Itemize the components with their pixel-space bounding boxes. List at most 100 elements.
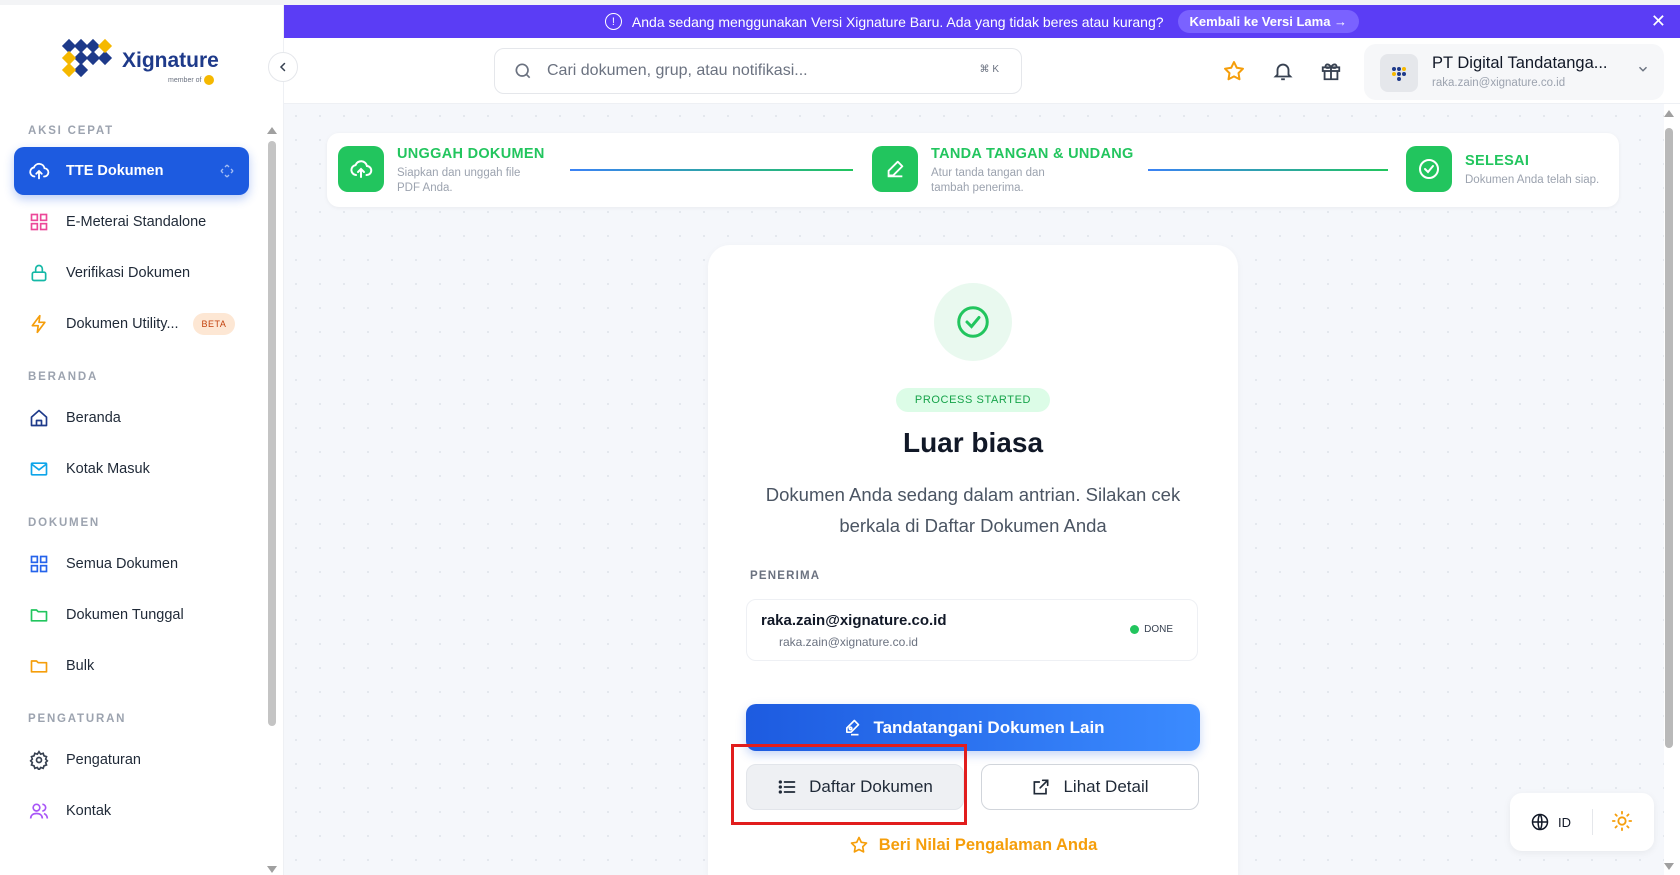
status-badge: PROCESS STARTED bbox=[896, 388, 1050, 412]
sidebar-scroll-thumb[interactable] bbox=[268, 141, 276, 726]
sidebar-item-label: Kotak Masuk bbox=[66, 461, 150, 477]
company-logo-icon bbox=[1392, 67, 1406, 81]
logo[interactable]: Xignature member of bbox=[58, 35, 228, 85]
sidebar-item-label: Semua Dokumen bbox=[66, 556, 179, 572]
close-icon[interactable]: ✕ bbox=[1651, 11, 1666, 32]
sidebar-item-semua-dokumen[interactable]: Semua Dokumen bbox=[14, 540, 249, 588]
bolt-icon bbox=[28, 313, 50, 335]
step-1-desc-line2: PDF Anda. bbox=[397, 182, 453, 194]
sidebar-item-label: Pengaturan bbox=[66, 752, 141, 768]
step-1-desc-line1: Siapkan dan unggah file bbox=[397, 167, 521, 179]
pen-nib-icon bbox=[841, 718, 861, 738]
sidebar-item-label: Dokumen Utility... bbox=[66, 316, 179, 332]
language-toggle[interactable]: ID bbox=[1530, 812, 1571, 832]
language-theme-switcher: ID bbox=[1510, 793, 1654, 851]
banner-message: Anda sedang menggunakan Versi Xignature … bbox=[631, 13, 1164, 30]
rate-experience-label: Beri Nilai Pengalaman Anda bbox=[878, 835, 1098, 854]
divider bbox=[1592, 809, 1593, 835]
users-icon bbox=[28, 800, 50, 822]
view-detail-button[interactable]: Lihat Detail bbox=[981, 764, 1199, 810]
sidebar: Xignature member of AKSI CEPAT TTE Dokum… bbox=[0, 5, 284, 875]
folder-icon bbox=[28, 604, 50, 626]
star-icon[interactable] bbox=[1221, 58, 1247, 84]
recipient-name: raka.zain@xignature.co.id bbox=[761, 612, 947, 629]
sidebar-item-label: Bulk bbox=[66, 658, 95, 674]
step-1-desc: Siapkan dan unggah file PDF Anda. bbox=[397, 166, 520, 196]
chevron-left-icon bbox=[279, 62, 286, 72]
card-title: Luar biasa bbox=[902, 427, 1044, 458]
main-scroll-up-icon[interactable] bbox=[1663, 108, 1675, 118]
back-to-old-version-button[interactable]: Kembali ke Versi Lama → bbox=[1177, 10, 1360, 33]
globe-icon bbox=[1531, 813, 1549, 831]
sidebar-item-kontak[interactable]: Kontak bbox=[14, 787, 249, 835]
profile-menu[interactable]: PT Digital Tandatanga... raka.zain@xigna… bbox=[1364, 44, 1664, 100]
brand-sub-text: member of bbox=[168, 76, 202, 84]
main-scroll-down-icon[interactable] bbox=[1663, 862, 1675, 872]
sidebar-item-label: Beranda bbox=[66, 410, 121, 426]
profile-email: raka.zain@xignature.co.id bbox=[1432, 77, 1566, 89]
brand-name: Xignature bbox=[122, 49, 219, 72]
recipient-status-text: DONE bbox=[1144, 624, 1173, 635]
section-quick: AKSI CEPAT bbox=[28, 125, 114, 137]
search-icon bbox=[515, 63, 531, 79]
search-placeholder: Cari dokumen, grup, atau notifikasi... bbox=[547, 62, 808, 79]
step-connector bbox=[1148, 169, 1388, 171]
sidebar-item-verifikasi[interactable]: Verifikasi Dokumen bbox=[14, 249, 249, 297]
sidebar-item-dokumen-utility[interactable]: Dokumen Utility... BETA bbox=[14, 300, 249, 348]
sidebar-item-dokumen-tunggal[interactable]: Dokumen Tunggal bbox=[14, 591, 249, 639]
progress-stepper: UNGGAH DOKUMEN Siapkan dan unggah file PD… bbox=[327, 133, 1619, 207]
step-1-title: UNGGAH DOKUMEN bbox=[397, 146, 545, 162]
version-banner: ! Anda sedang menggunakan Versi Xignatur… bbox=[284, 5, 1680, 38]
home-icon bbox=[28, 407, 50, 429]
highlight-annotation-box bbox=[731, 744, 967, 825]
sidebar-item-label: Verifikasi Dokumen bbox=[66, 265, 191, 281]
avatar bbox=[1380, 54, 1418, 92]
status-dot-icon bbox=[1130, 625, 1140, 634]
search-shortcut: ⌘ K bbox=[979, 64, 999, 75]
step-2-desc-line1: Atur tanda tangan dan bbox=[931, 167, 1045, 179]
section-docs: DOKUMEN bbox=[28, 517, 101, 529]
scroll-up-icon[interactable] bbox=[266, 125, 278, 135]
sun-icon[interactable] bbox=[1611, 810, 1633, 837]
brand-parent-icon bbox=[204, 75, 215, 85]
gift-icon[interactable] bbox=[1318, 58, 1344, 84]
sidebar-item-kotak-masuk[interactable]: Kotak Masuk bbox=[14, 445, 249, 493]
sidebar-item-bulk[interactable]: Bulk bbox=[14, 642, 249, 690]
sidebar-item-tte-dokumen[interactable]: TTE Dokumen bbox=[14, 147, 249, 195]
recipient-row: raka.zain@xignature.co.id raka.zain@xign… bbox=[746, 599, 1198, 661]
sidebar-item-label: E-Meterai Standalone bbox=[66, 214, 207, 230]
rate-experience-link[interactable]: Beri Nilai Pengalaman Anda bbox=[708, 835, 1238, 855]
scroll-down-icon[interactable] bbox=[266, 865, 278, 875]
step-connector bbox=[570, 169, 853, 171]
profile-name: PT Digital Tandatanga... bbox=[1432, 54, 1608, 72]
step-3-title: SELESAI bbox=[1465, 153, 1530, 169]
step-2-title: TANDA TANGAN & UNDANG bbox=[931, 146, 1134, 162]
top-header: Cari dokumen, grup, atau notifikasi... ⌘… bbox=[284, 38, 1680, 104]
brand-sub: member of bbox=[168, 75, 215, 85]
sign-another-document-label: Tandatangani Dokumen Lain bbox=[873, 717, 1105, 737]
expand-icon bbox=[219, 163, 235, 179]
recipient-email: raka.zain@xignature.co.id bbox=[779, 635, 918, 649]
pen-icon bbox=[872, 146, 918, 192]
sidebar-item-label: Kontak bbox=[66, 803, 112, 819]
collapse-sidebar-button[interactable] bbox=[268, 52, 298, 82]
success-check-icon bbox=[934, 283, 1012, 361]
view-detail-label: Lihat Detail bbox=[1063, 777, 1149, 796]
card-description: Dokumen Anda sedang dalam antrian. Silak… bbox=[765, 484, 1181, 536]
sidebar-item-label: Dokumen Tunggal bbox=[66, 607, 184, 623]
main-scroll-thumb[interactable] bbox=[1665, 128, 1673, 748]
upload-cloud-icon bbox=[338, 146, 384, 192]
sidebar-item-e-meterai[interactable]: E-Meterai Standalone bbox=[14, 198, 249, 246]
step-2-desc-line2: tambah penerima. bbox=[931, 182, 1024, 194]
bell-icon[interactable] bbox=[1270, 58, 1296, 84]
search-input[interactable]: Cari dokumen, grup, atau notifikasi... ⌘… bbox=[494, 48, 1022, 94]
sidebar-item-beranda[interactable]: Beranda bbox=[14, 394, 249, 442]
step-3-desc: Dokumen Anda telah siap. bbox=[1465, 174, 1600, 186]
star-icon bbox=[849, 835, 869, 855]
mail-icon bbox=[28, 458, 50, 480]
chevron-down-icon bbox=[1636, 62, 1650, 81]
sidebar-item-pengaturan[interactable]: Pengaturan bbox=[14, 736, 249, 784]
step-2-desc: Atur tanda tangan dan tambah penerima. bbox=[931, 166, 1045, 196]
lock-icon bbox=[28, 262, 50, 284]
section-home: BERANDA bbox=[28, 371, 99, 383]
